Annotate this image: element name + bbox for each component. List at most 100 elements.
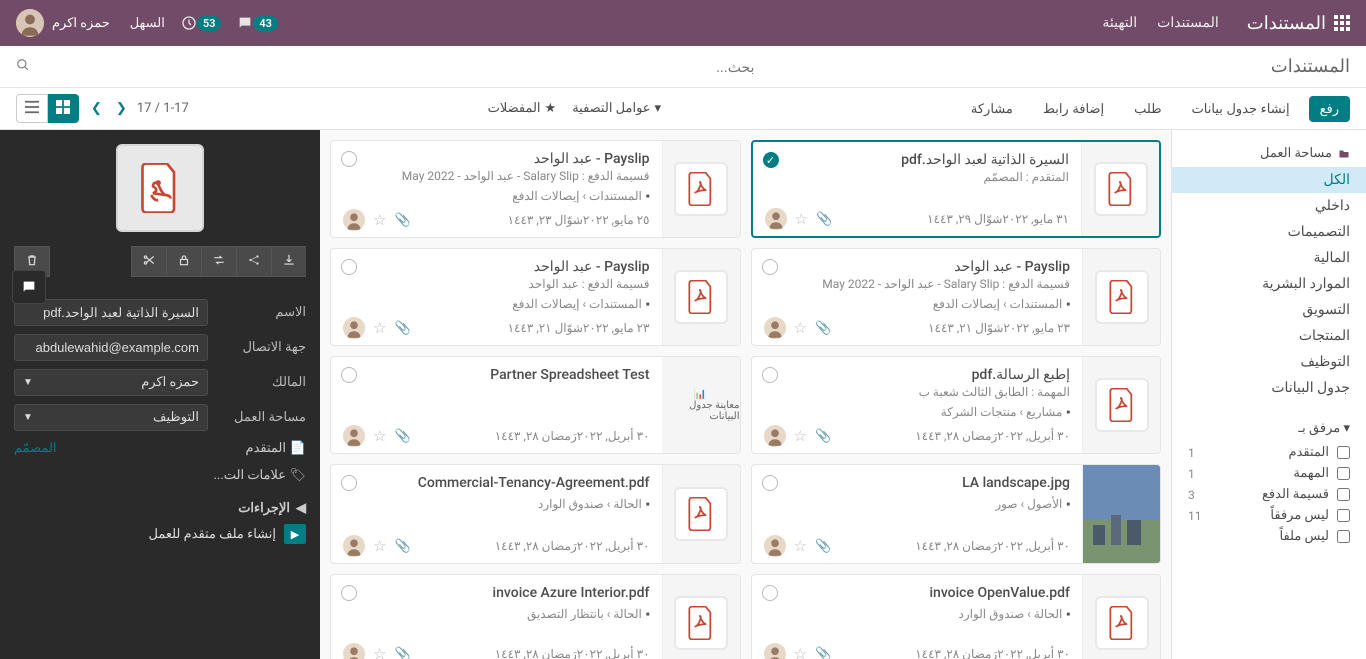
activities-badge[interactable]: 53 — [177, 15, 222, 31]
document-card[interactable]: السيرة الذاتية لعبد الواحد.pdfالمتقدم : … — [751, 140, 1162, 238]
favorites-dropdown[interactable]: ★المفضلات — [488, 101, 557, 116]
attached-checkbox[interactable] — [1337, 446, 1350, 459]
attached-checkbox[interactable] — [1337, 488, 1350, 501]
kanban-view-button[interactable] — [48, 94, 79, 123]
doc-checkbox[interactable] — [763, 152, 779, 168]
document-card[interactable]: invoice OpenValue.pdfالحالة › صندوق الوا… — [751, 574, 1162, 659]
split-button[interactable] — [131, 246, 166, 277]
doc-path: الحالة › بانتظار التصديق — [343, 607, 650, 621]
workspace-item[interactable]: الكل — [1172, 167, 1366, 193]
upload-button[interactable]: رفع — [1309, 96, 1350, 122]
attached-item[interactable]: المتقدم1 — [1172, 442, 1366, 463]
star-icon[interactable]: ☆ — [794, 537, 807, 555]
star-icon[interactable]: ☆ — [373, 427, 386, 445]
tags-row[interactable]: 🏷 علامات الت... — [14, 462, 306, 489]
document-card[interactable]: LA landscape.jpgالأصول › صور٣٠ أبريل, ٢٠… — [751, 464, 1162, 564]
search-icon[interactable] — [16, 58, 30, 72]
doc-title: invoice Azure Interior.pdf — [367, 585, 650, 601]
create-spreadsheet-button[interactable]: إنشاء جدول بيانات — [1181, 96, 1301, 122]
doc-title: Payslip - عبد الواحد — [367, 259, 650, 275]
app-brand[interactable]: المستندات — [1247, 13, 1350, 34]
preview-thumbnail[interactable] — [116, 144, 204, 232]
doc-body: Commercial-Tenancy-Agreement.pdfالحالة ›… — [331, 465, 662, 563]
workspace-item[interactable]: المالية — [1172, 245, 1366, 271]
doc-path: الأصول › صور — [764, 497, 1071, 511]
star-icon[interactable]: ☆ — [795, 210, 808, 228]
search-input[interactable] — [554, 59, 754, 75]
attached-checkbox[interactable] — [1337, 530, 1350, 543]
filters-dropdown[interactable]: ▾عوامل التصفية — [572, 101, 661, 116]
workspace-item[interactable]: التوظيف — [1172, 349, 1366, 375]
action-row[interactable]: ▶ إنشاء ملف متقدم للعمل — [14, 524, 306, 544]
doc-checkbox[interactable] — [762, 475, 778, 491]
download-button[interactable] — [271, 246, 306, 277]
applicant-link[interactable]: المصمّم — [14, 441, 57, 456]
workspace-item[interactable]: التصميمات — [1172, 219, 1366, 245]
doc-checkbox[interactable] — [762, 367, 778, 383]
workspace-item[interactable]: المنتجات — [1172, 323, 1366, 349]
add-link-button[interactable]: إضافة رابط — [1032, 96, 1115, 122]
contact-input[interactable] — [14, 334, 208, 361]
workspace-list: الكلداخليالتصميماتالماليةالموارد البشرية… — [1172, 167, 1366, 401]
easy-label[interactable]: السهل — [130, 16, 165, 31]
star-icon[interactable]: ☆ — [373, 211, 386, 229]
chatter-toggle[interactable] — [12, 270, 46, 304]
doc-date: ٣١ مايو, ٢٠٢٢شوّال ٢٩, ١٤٤٣ — [840, 212, 1069, 226]
document-card[interactable]: 📊معاينة جدول البياناتPartner Spreadsheet… — [330, 356, 741, 454]
star-icon[interactable]: ☆ — [373, 319, 386, 337]
replace-button[interactable] — [201, 246, 236, 277]
doc-checkbox[interactable] — [341, 367, 357, 383]
nav-config[interactable]: التهيئة — [1102, 15, 1137, 31]
document-card[interactable]: Commercial-Tenancy-Agreement.pdfالحالة ›… — [330, 464, 741, 564]
star-icon[interactable]: ☆ — [794, 427, 807, 445]
doc-title: السيرة الذاتية لعبد الواحد.pdf — [789, 152, 1070, 168]
share-doc-button[interactable] — [236, 246, 271, 277]
lock-button[interactable] — [166, 246, 201, 277]
chat-bubble-icon — [21, 279, 37, 295]
document-card[interactable]: Payslip - عبد الواحدقسيمة الدفع : Salary… — [330, 140, 741, 238]
messages-badge[interactable]: 43 — [233, 15, 278, 31]
doc-body: السيرة الذاتية لعبد الواحد.pdfالمتقدم : … — [753, 142, 1082, 236]
pager-text: 1-17 / 17 — [137, 101, 189, 116]
doc-checkbox[interactable] — [341, 259, 357, 275]
list-view-button[interactable] — [16, 94, 48, 123]
attached-item[interactable]: ليس ملفاً — [1172, 526, 1366, 547]
attached-checkbox[interactable] — [1337, 467, 1350, 480]
pager-next[interactable]: ❯ — [87, 97, 106, 120]
doc-checkbox[interactable] — [762, 585, 778, 601]
doc-thumbnail — [1082, 249, 1160, 345]
document-card[interactable]: Payslip - عبد الواحدقسيمة الدفع : عبد ال… — [330, 248, 741, 346]
document-card[interactable]: Payslip - عبد الواحدقسيمة الدفع : Salary… — [751, 248, 1162, 346]
document-card[interactable]: invoice Azure Interior.pdf الحالة › بانتظ… — [330, 574, 741, 659]
workspace-item[interactable]: الموارد البشرية — [1172, 271, 1366, 297]
share-button[interactable]: مشاركة — [960, 96, 1024, 122]
workspace-select[interactable]: التوظيف▼ — [14, 404, 208, 431]
nav-documents[interactable]: المستندات — [1157, 15, 1219, 31]
attached-item[interactable]: قسيمة الدفع3 — [1172, 484, 1366, 505]
document-card[interactable]: إطبع الرسالة.pdfالمهمة : الطابق الثالث ش… — [751, 356, 1162, 454]
doc-title: Payslip - عبد الواحد — [788, 259, 1071, 275]
doc-checkbox[interactable] — [341, 151, 357, 167]
star-icon[interactable]: ☆ — [794, 319, 807, 337]
owner-select[interactable]: حمزه اكرم▼ — [14, 369, 208, 396]
request-button[interactable]: طلب — [1123, 96, 1172, 122]
doc-date: ٢٣ مايو, ٢٠٢٢شوّال ٢١, ١٤٤٣ — [839, 321, 1070, 335]
doc-checkbox[interactable] — [341, 475, 357, 491]
workspace-item[interactable]: التسويق — [1172, 297, 1366, 323]
workspace-item[interactable]: داخلي — [1172, 193, 1366, 219]
star-icon[interactable]: ☆ — [373, 537, 386, 555]
details-fields: الاسم جهة الاتصال المالك حمزه اكرم▼ مساح… — [0, 287, 320, 552]
doc-checkbox[interactable] — [341, 585, 357, 601]
action-toolbar: رفع إنشاء جدول بيانات طلب إضافة رابط مشا… — [0, 88, 1366, 130]
doc-body: invoice OpenValue.pdfالحالة › صندوق الوا… — [752, 575, 1083, 659]
pager-prev[interactable]: ❮ — [112, 97, 131, 120]
user-menu[interactable]: حمزه اكرم — [16, 9, 110, 37]
doc-body: Payslip - عبد الواحدقسيمة الدفع : Salary… — [331, 141, 662, 237]
attached-item[interactable]: المهمة1 — [1172, 463, 1366, 484]
doc-thumbnail: 📊معاينة جدول البيانات — [662, 357, 740, 453]
workspace-item[interactable]: جدول البيانات — [1172, 375, 1366, 401]
breadcrumb-bar: المستندات — [0, 46, 1366, 88]
attached-checkbox[interactable] — [1337, 509, 1350, 522]
doc-checkbox[interactable] — [762, 259, 778, 275]
attached-item[interactable]: ليس مرفقاً11 — [1172, 505, 1366, 526]
